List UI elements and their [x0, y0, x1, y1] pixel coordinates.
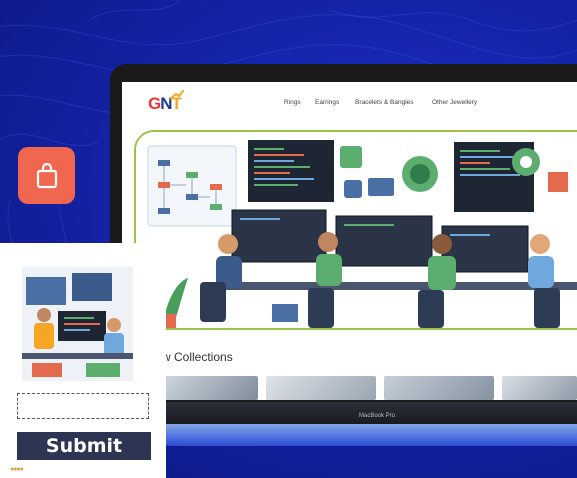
- collections-heading: w Collections: [162, 350, 233, 364]
- box: [272, 304, 298, 322]
- code-monitor-left: [248, 140, 334, 202]
- collection-thumb-3[interactable]: [384, 376, 494, 400]
- nav-link-other-jewellery[interactable]: Other Jewellery: [432, 99, 477, 106]
- shopping-bag-icon: [36, 162, 57, 188]
- rating-dots-icon: ●●●●: [10, 466, 24, 473]
- desk: [206, 282, 577, 290]
- hero-banner: [134, 130, 577, 330]
- shopping-bag-button[interactable]: [18, 147, 75, 204]
- site-navbar: GNT Rings Earrings Bracelets & Bangles O…: [122, 82, 577, 122]
- site-logo[interactable]: GNT: [148, 90, 184, 114]
- submit-button[interactable]: Submit: [17, 432, 151, 460]
- laptop-screen: GNT Rings Earrings Bracelets & Bangles O…: [122, 82, 577, 400]
- nav-link-earrings[interactable]: Earrings: [315, 99, 339, 106]
- logo-swoosh-icon: [170, 90, 184, 100]
- laptop-base-lip: [165, 424, 577, 446]
- hero-illustration: [136, 132, 577, 328]
- logo-letter-g: G: [148, 94, 161, 113]
- form-text-input[interactable]: [17, 393, 149, 419]
- collection-thumb-1[interactable]: [162, 376, 258, 400]
- nav-link-rings[interactable]: Rings: [284, 99, 301, 106]
- flowchart-diagram: [147, 145, 237, 227]
- orange-card: [548, 172, 568, 192]
- collection-thumb-2[interactable]: [266, 376, 376, 400]
- laptop-model-label: MacBook Pro: [359, 413, 396, 419]
- gear-icon: [512, 148, 540, 176]
- nav-link-bracelets[interactable]: Bracelets & Bangles: [355, 99, 414, 106]
- form-card-illustration: [22, 267, 133, 381]
- collection-thumb-4[interactable]: [502, 376, 577, 400]
